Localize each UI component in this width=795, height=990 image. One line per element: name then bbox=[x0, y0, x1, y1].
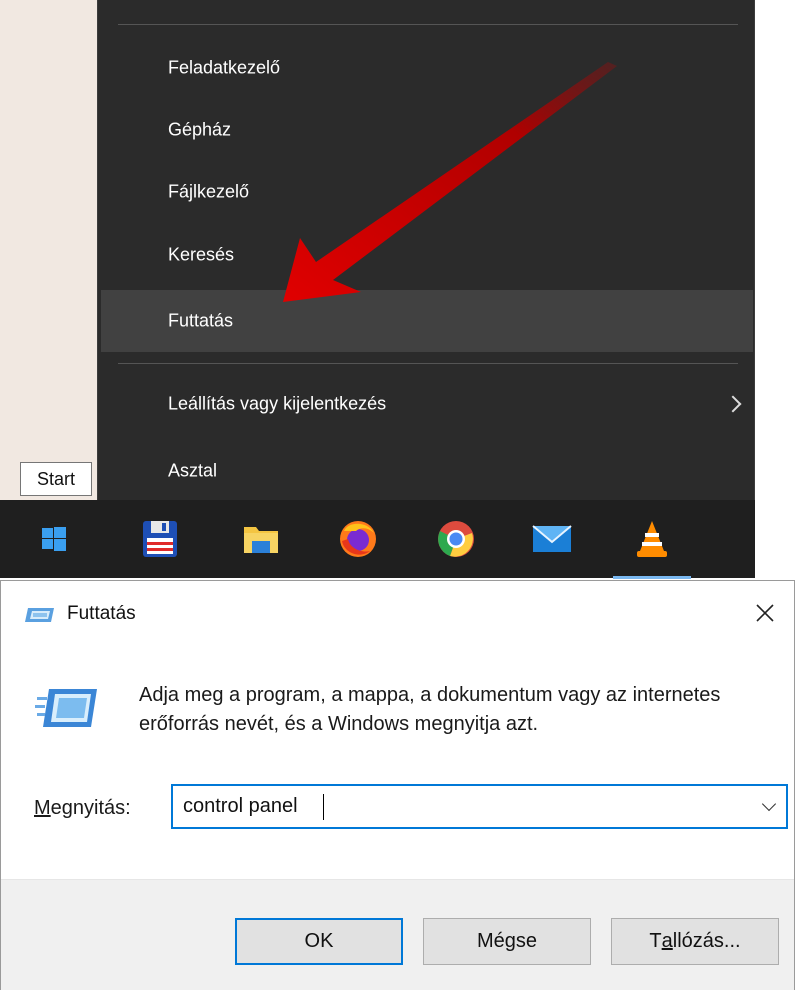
open-field-label: Megnyitás: bbox=[34, 797, 131, 820]
close-button[interactable] bbox=[736, 581, 794, 645]
mail-icon bbox=[532, 525, 572, 552]
taskbar-app-vlc[interactable] bbox=[624, 514, 680, 564]
open-label-text: egnyitás: bbox=[50, 797, 131, 819]
tooltip-text: Start bbox=[36, 468, 75, 489]
taskbar-app-file-explorer[interactable] bbox=[233, 514, 289, 564]
chevron-down-icon[interactable] bbox=[761, 796, 777, 812]
chrome-icon bbox=[438, 521, 474, 557]
cancel-button[interactable]: Mégse bbox=[423, 918, 591, 965]
red-arrow-annotation bbox=[283, 62, 617, 302]
taskbar-app-save[interactable] bbox=[132, 514, 188, 564]
active-app-indicator bbox=[613, 576, 691, 579]
open-command-combobox[interactable] bbox=[171, 784, 788, 829]
floppy-save-icon bbox=[143, 521, 177, 557]
dialog-titlebar: Futtatás bbox=[1, 581, 794, 645]
browse-label-post: llózás... bbox=[672, 930, 741, 952]
cancel-button-label: Mégse bbox=[476, 930, 538, 952]
text-caret bbox=[323, 794, 324, 820]
run-dialog: Futtatás Adja meg a program, a mappa, a … bbox=[0, 580, 795, 990]
open-command-input[interactable] bbox=[183, 786, 743, 827]
ok-button[interactable]: OK bbox=[235, 918, 403, 965]
ok-button-label: OK bbox=[304, 930, 334, 952]
dialog-button-bar: OK Mégse Ta llózás... bbox=[1, 879, 794, 990]
taskbar-app-mail[interactable] bbox=[524, 514, 580, 564]
background-strip bbox=[755, 500, 795, 580]
start-context-menu-screenshot: Feladatkezelő Gépház Fájlkezelő Keresés … bbox=[0, 0, 795, 580]
close-icon bbox=[756, 604, 774, 622]
browse-label-pre: T bbox=[649, 930, 662, 952]
start-button[interactable] bbox=[26, 514, 82, 564]
run-program-icon bbox=[35, 689, 97, 727]
taskbar-app-firefox[interactable] bbox=[330, 514, 386, 564]
browse-label-accesskey: a bbox=[661, 930, 673, 952]
run-icon bbox=[25, 608, 54, 622]
start-tooltip: Start bbox=[20, 462, 92, 496]
taskbar-app-chrome[interactable] bbox=[428, 514, 484, 564]
firefox-icon bbox=[340, 521, 376, 557]
taskbar bbox=[0, 500, 755, 578]
arrow-shape bbox=[283, 62, 617, 302]
open-label-accesskey: M bbox=[34, 797, 51, 819]
dialog-description: Adja meg a program, a mappa, a dokumentu… bbox=[139, 684, 721, 735]
dialog-title: Futtatás bbox=[67, 603, 136, 624]
browse-button[interactable]: Ta llózás... bbox=[611, 918, 779, 965]
file-explorer-icon bbox=[244, 527, 278, 553]
windows-start-icon bbox=[42, 527, 66, 551]
vlc-icon bbox=[637, 521, 667, 557]
